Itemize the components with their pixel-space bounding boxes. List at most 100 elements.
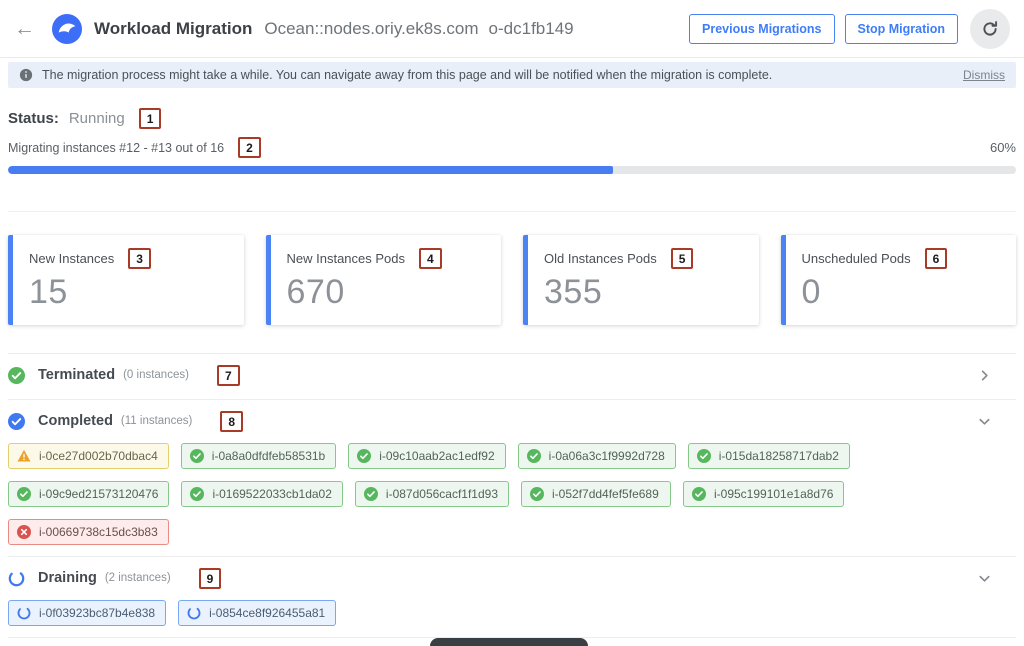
annotation-marker-7: 7 [217, 365, 240, 386]
card-new-instances-pods: New Instances Pods 4 670 [266, 235, 502, 325]
annotation-marker-4: 4 [419, 248, 442, 269]
refresh-icon [981, 20, 999, 38]
instance-chip[interactable]: i-0a06a3c1f9992d728 [518, 443, 676, 469]
card-value: 15 [29, 273, 228, 312]
instance-chip[interactable]: i-095c199101e1a8d76 [683, 481, 844, 507]
annotation-marker-1: 1 [139, 108, 162, 129]
instance-id: i-00669738c15dc3b83 [39, 525, 158, 539]
section-header-draining[interactable]: Draining (2 instances) 9 [8, 565, 1016, 591]
migration-id: o-dc1fb149 [489, 19, 574, 39]
instance-chip[interactable]: i-09c10aab2ac1edf92 [348, 443, 505, 469]
instance-id: i-09c10aab2ac1edf92 [379, 449, 494, 463]
instance-chip[interactable]: i-0a8a0dfdfeb58531b [181, 443, 336, 469]
previous-migrations-button[interactable]: Previous Migrations [689, 14, 834, 44]
check-circle-icon [357, 449, 371, 463]
annotation-marker-5: 5 [671, 248, 694, 269]
instance-id: i-087d056cacf1f1d93 [386, 487, 498, 501]
check-circle-icon [692, 487, 706, 501]
bottom-toast-partial [430, 638, 588, 646]
instance-id: i-0a8a0dfdfeb58531b [212, 449, 325, 463]
page-title: Workload Migration [94, 19, 252, 39]
error-x-circle-icon [17, 525, 31, 539]
summary-cards: New Instances 3 15 New Instances Pods 4 … [8, 235, 1016, 325]
instance-id: i-052f7dd4fef5fe689 [552, 487, 659, 501]
section-draining: Draining (2 instances) 9 i-0f03923bc87b4… [8, 556, 1016, 637]
instance-chip[interactable]: i-087d056cacf1f1d93 [355, 481, 509, 507]
workload-migration-page: ← Workload Migration Ocean::nodes.oriy.e… [0, 0, 1024, 646]
dismiss-link[interactable]: Dismiss [963, 68, 1005, 82]
chevron-right-icon[interactable] [977, 368, 992, 383]
check-circle-icon [190, 449, 204, 463]
instance-id: i-015da18258717dab2 [719, 449, 839, 463]
spinner-icon [17, 606, 31, 620]
ocean-logo-icon [52, 14, 82, 44]
annotation-marker-8: 8 [220, 411, 243, 432]
annotation-marker-3: 3 [128, 248, 151, 269]
section-header-completed[interactable]: Completed (11 instances) 8 [8, 408, 1016, 434]
instance-id: i-0ce27d002b70dbac4 [39, 449, 158, 463]
card-new-instances: New Instances 3 15 [8, 235, 244, 325]
card-unscheduled-pods: Unscheduled Pods 6 0 [781, 235, 1017, 325]
stop-migration-button[interactable]: Stop Migration [845, 14, 959, 44]
section-count: (2 instances) [105, 572, 171, 584]
instance-id: i-095c199101e1a8d76 [714, 487, 833, 501]
section-completed: Completed (11 instances) 8 i-0ce27d002b7… [8, 399, 1016, 556]
section-count: (11 instances) [121, 415, 192, 427]
card-value: 0 [802, 273, 1001, 312]
spinner-icon [187, 606, 201, 620]
status-label: Status: [8, 110, 59, 127]
section-title: Terminated [38, 367, 115, 383]
check-circle-icon [527, 449, 541, 463]
instance-id: i-0a06a3c1f9992d728 [549, 449, 665, 463]
back-arrow-icon[interactable]: ← [14, 17, 40, 41]
progress-bar-fill [8, 166, 613, 174]
instance-chip[interactable]: i-015da18258717dab2 [688, 443, 850, 469]
instance-chip[interactable]: i-0f03923bc87b4e838 [8, 600, 166, 626]
completed-instance-chips: i-0ce27d002b70dbac4 i-0a8a0dfdfeb58531b … [8, 443, 1016, 545]
section-terminated: Terminated (0 instances) 7 [8, 353, 1016, 399]
check-circle-icon [364, 487, 378, 501]
instance-id: i-0f03923bc87b4e838 [39, 606, 155, 620]
instance-id: i-0169522033cb1da02 [212, 487, 331, 501]
section-header-terminated[interactable]: Terminated (0 instances) 7 [8, 362, 1016, 388]
refresh-button[interactable] [970, 9, 1010, 49]
instance-chip[interactable]: i-0854ce8f926455a81 [178, 600, 336, 626]
card-title: Old Instances Pods [544, 251, 657, 266]
card-value: 670 [287, 273, 486, 312]
card-title: New Instances Pods [287, 251, 406, 266]
annotation-marker-6: 6 [925, 248, 948, 269]
progress-bar [8, 166, 1016, 174]
instance-chip[interactable]: i-052f7dd4fef5fe689 [521, 481, 671, 507]
progress-percent: 60% [990, 140, 1016, 155]
instance-chip[interactable]: i-0ce27d002b70dbac4 [8, 443, 169, 469]
info-icon [19, 68, 33, 82]
cluster-name: Ocean::nodes.oriy.ek8s.com [264, 19, 478, 39]
chevron-down-icon[interactable] [977, 414, 992, 429]
draining-instance-chips: i-0f03923bc87b4e838 i-0854ce8f926455a81 [8, 600, 1016, 626]
page-header: ← Workload Migration Ocean::nodes.oriy.e… [0, 0, 1024, 58]
annotation-marker-2: 2 [238, 137, 261, 158]
section-title: Draining [38, 570, 97, 586]
instance-chip[interactable]: i-00669738c15dc3b83 [8, 519, 169, 545]
chevron-down-icon[interactable] [977, 571, 992, 586]
section-title: Completed [38, 413, 113, 429]
check-circle-icon [17, 487, 31, 501]
check-circle-icon [530, 487, 544, 501]
banner-message: The migration process might take a while… [42, 68, 772, 82]
draining-spinner-icon [8, 570, 25, 587]
divider [8, 211, 1016, 212]
card-title: Unscheduled Pods [802, 251, 911, 266]
instance-chip[interactable]: i-09c9ed21573120476 [8, 481, 169, 507]
terminated-check-icon [8, 367, 25, 384]
instance-id: i-0854ce8f926455a81 [209, 606, 325, 620]
info-banner: The migration process might take a while… [8, 62, 1016, 88]
status-value: Running [69, 110, 125, 127]
instance-id: i-09c9ed21573120476 [39, 487, 158, 501]
instance-chip[interactable]: i-0169522033cb1da02 [181, 481, 342, 507]
check-circle-icon [697, 449, 711, 463]
completed-check-icon [8, 413, 25, 430]
card-value: 355 [544, 273, 743, 312]
card-old-instances-pods: Old Instances Pods 5 355 [523, 235, 759, 325]
card-title: New Instances [29, 251, 114, 266]
check-circle-icon [190, 487, 204, 501]
